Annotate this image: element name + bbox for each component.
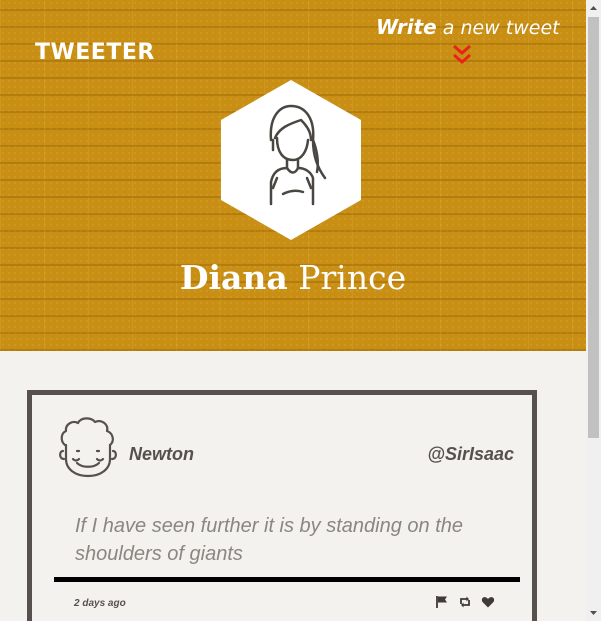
heart-icon[interactable] <box>481 594 495 608</box>
write-label-rest: a new tweet <box>436 17 560 39</box>
profile-last-name: Prince <box>287 258 407 297</box>
vertical-scrollbar[interactable] <box>586 0 601 621</box>
profile-first-name: Diana <box>179 258 288 297</box>
write-label-bold: Write <box>376 15 437 39</box>
tweet-divider <box>54 577 520 582</box>
page: TWEETER Write a new tweet Diana Prince N… <box>0 0 586 621</box>
retweet-icon[interactable] <box>458 594 472 608</box>
app-logo[interactable]: TWEETER <box>35 40 155 65</box>
tweet-card: Newton @SirIsaac If I have seen further … <box>27 390 537 621</box>
scroll-up-arrow-icon[interactable] <box>586 0 601 17</box>
profile-name: Diana Prince <box>0 258 586 297</box>
tweet-author-handle[interactable]: @SirIsaac <box>427 444 514 465</box>
scroll-down-arrow-icon[interactable] <box>586 604 601 621</box>
profile-avatar <box>221 80 361 240</box>
profile-banner: TWEETER Write a new tweet Diana Prince <box>0 0 586 351</box>
tweet-actions <box>435 594 495 610</box>
write-new-tweet-link[interactable]: Write a new tweet <box>376 15 560 39</box>
scrollbar-thumb[interactable] <box>588 17 599 438</box>
tweet-timestamp: 2 days ago <box>74 598 126 609</box>
flag-icon[interactable] <box>435 594 449 608</box>
double-chevron-down-icon[interactable] <box>451 44 473 66</box>
tweet-text: If I have seen further it is by standing… <box>75 515 464 565</box>
tweet-author-avatar <box>59 417 117 478</box>
tweet-author-name[interactable]: Newton <box>129 444 194 465</box>
